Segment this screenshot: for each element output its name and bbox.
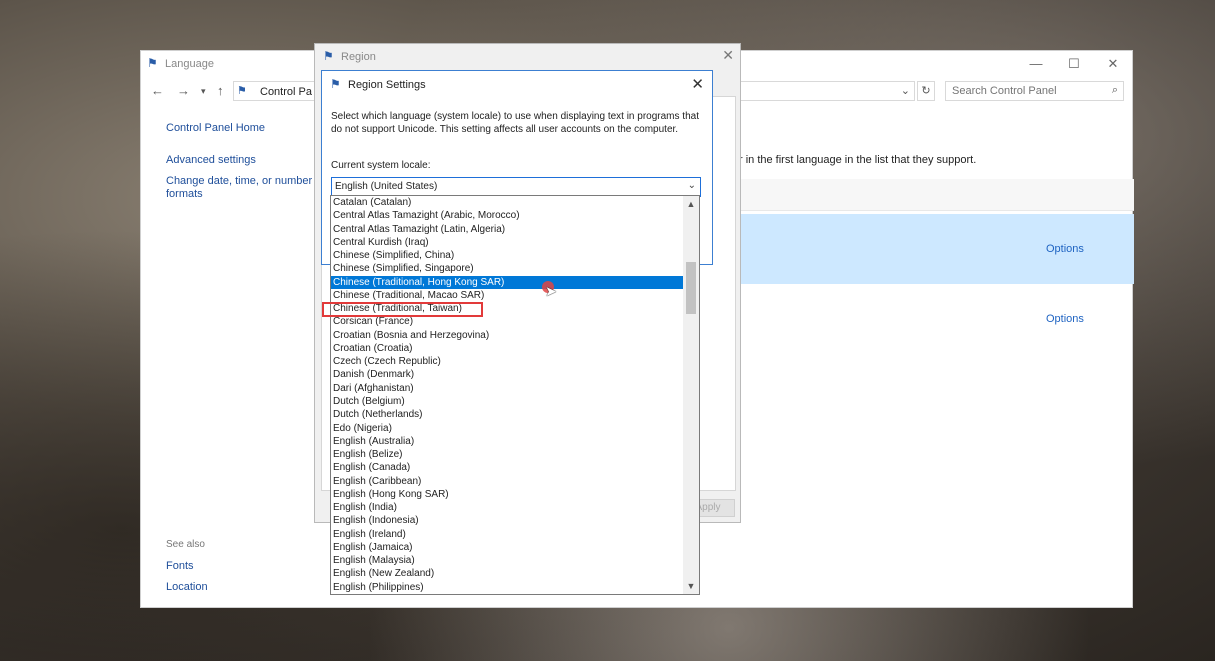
region-app-icon: ⚑ [323,49,334,63]
locale-option[interactable]: Chinese (Traditional, Macao SAR) [331,289,684,302]
locale-dropdown-list[interactable]: Catalan (Catalan) Central Atlas Tamazight… [330,195,700,595]
locale-option[interactable]: English (Jamaica) [331,541,684,554]
up-arrow-icon[interactable]: ↑ [217,83,224,98]
system-locale-value: English (United States) [335,181,438,192]
locale-option[interactable]: Dutch (Belgium) [331,395,684,408]
search-box[interactable]: ⌕ [945,81,1124,101]
locale-option[interactable]: English (Malaysia) [331,554,684,567]
locale-option[interactable]: Czech (Czech Republic) [331,355,684,368]
locale-option[interactable]: English (Belize) [331,448,684,461]
region-close-icon[interactable]: ✕ [722,47,734,64]
locale-option[interactable]: English (India) [331,501,684,514]
locale-option[interactable]: Danish (Denmark) [331,368,684,381]
forward-arrow-icon[interactable]: → [177,83,190,98]
region-dialog-title: Region [341,51,376,63]
system-locale-select[interactable]: English (United States) ⌄ [331,177,701,197]
locale-option[interactable]: Croatian (Croatia) [331,342,684,355]
location-link[interactable]: Location [166,581,208,593]
locale-option[interactable]: Central Atlas Tamazight (Arabic, Morocco… [331,209,684,222]
locale-option[interactable]: Central Atlas Tamazight (Latin, Algeria) [331,223,684,236]
close-button[interactable]: ✕ [1098,54,1128,74]
refresh-icon[interactable]: ↻ [917,81,935,101]
fonts-link[interactable]: Fonts [166,560,194,572]
recent-chevron-icon[interactable]: ▾ [201,86,206,97]
locale-option[interactable]: English (Australia) [331,435,684,448]
language-window-title: Language [165,58,214,70]
locale-option[interactable]: Central Kurdish (Iraq) [331,236,684,249]
control-panel-home-link[interactable]: Control Panel Home [166,122,265,134]
see-also-heading: See also [166,539,205,550]
region-settings-close-icon[interactable]: ✕ [691,75,704,93]
search-icon: ⌕ [1111,84,1118,96]
language-list-header [739,179,1134,211]
region-settings-title: Region Settings [348,79,426,91]
scroll-down-icon[interactable]: ▼ [683,578,699,594]
region-settings-icon: ⚑ [330,77,341,91]
maximize-button[interactable]: ☐ [1059,54,1089,74]
change-date-link-line2[interactable]: formats [166,188,203,200]
locale-option[interactable]: English (Ireland) [331,528,684,541]
language-app-icon: ⚑ [147,56,158,70]
control-panel-icon: ⚑ [237,85,247,97]
scroll-up-icon[interactable]: ▲ [683,196,699,212]
scroll-thumb[interactable] [686,262,696,314]
mouse-cursor-icon: ➤ [545,283,557,299]
region-settings-description: Select which language (system locale) to… [331,111,699,135]
locale-option[interactable]: Chinese (Simplified, Singapore) [331,262,684,275]
locale-option[interactable]: Edo (Nigeria) [331,422,684,435]
locale-option[interactable]: Dutch (Netherlands) [331,408,684,421]
address-dropdown-icon[interactable]: ⌄ [901,84,910,97]
minimize-button[interactable]: — [1021,54,1051,74]
locale-option[interactable]: English (Canada) [331,461,684,474]
locale-option[interactable]: Corsican (France) [331,315,684,328]
system-locale-label: Current system locale: [331,160,431,171]
locale-option[interactable]: English (Philippines) [331,581,684,594]
locale-option[interactable]: English (New Zealand) [331,567,684,580]
locale-scrollbar[interactable]: ▲ ▼ [683,196,699,594]
locale-option[interactable]: Chinese (Traditional, Hong Kong SAR) [331,275,684,289]
language-preference-text: r in the first language in the list that… [739,154,977,166]
options-link-2[interactable]: Options [1046,313,1084,325]
highlight-box-taiwan [322,302,483,317]
breadcrumb[interactable]: Control Pa [260,86,312,98]
locale-option[interactable]: English (Indonesia) [331,514,684,527]
options-link-1[interactable]: Options [1046,243,1084,255]
chevron-down-icon[interactable]: ⌄ [688,180,696,191]
back-arrow-icon[interactable]: ← [151,83,164,98]
locale-option[interactable]: Catalan (Catalan) [331,196,684,209]
locale-option[interactable]: English (Hong Kong SAR) [331,488,684,501]
change-date-link-line1[interactable]: Change date, time, or number [166,175,312,187]
locale-option[interactable]: Dari (Afghanistan) [331,382,684,395]
locale-items: Catalan (Catalan) Central Atlas Tamazight… [331,196,699,594]
advanced-settings-link[interactable]: Advanced settings [166,154,256,166]
locale-option[interactable]: English (Caribbean) [331,475,684,488]
locale-option[interactable]: Croatian (Bosnia and Herzegovina) [331,329,684,342]
search-input[interactable] [946,82,1096,100]
locale-option[interactable]: Chinese (Simplified, China) [331,249,684,262]
